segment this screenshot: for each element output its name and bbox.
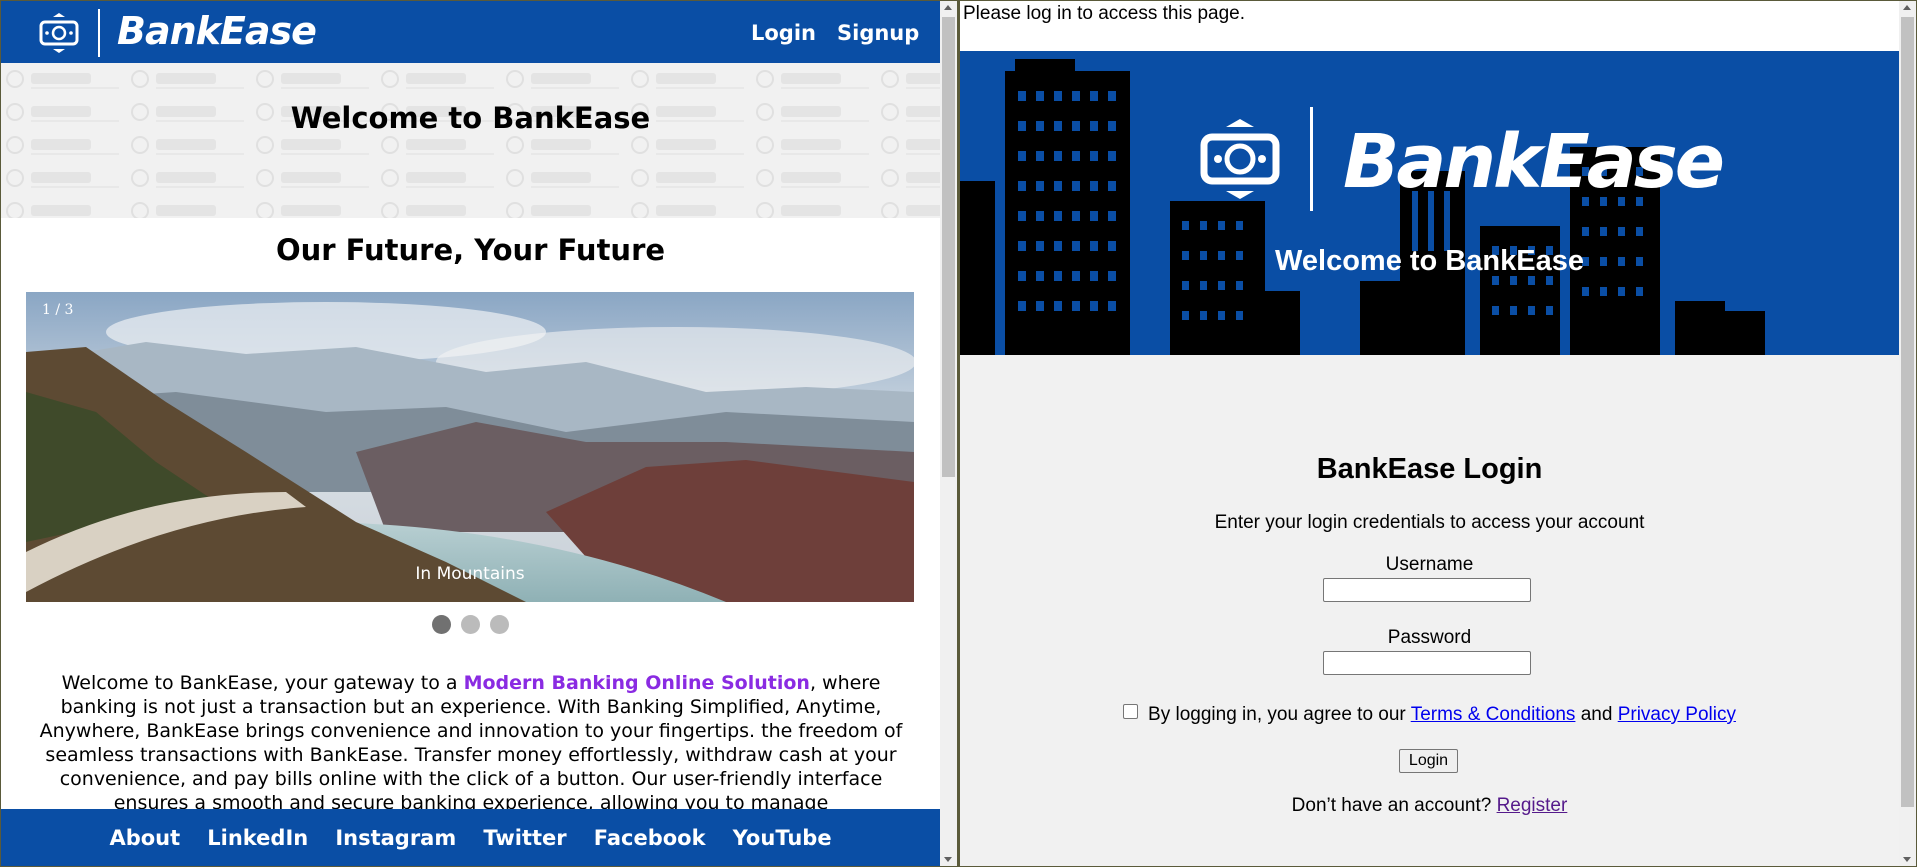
watermark-pattern xyxy=(1,63,940,218)
intro-text-start: Welcome to BankEase, your gateway to a xyxy=(61,672,464,694)
mountain-landscape-image xyxy=(26,292,914,602)
footer-instagram-link[interactable]: Instagram xyxy=(335,809,456,866)
scrollbar-thumb[interactable] xyxy=(1901,17,1914,807)
slide-dot-3[interactable] xyxy=(490,615,509,634)
terms-checkbox[interactable] xyxy=(1123,704,1139,719)
scroll-up-icon[interactable] xyxy=(1903,5,1911,10)
footer-twitter-link[interactable]: Twitter xyxy=(483,809,566,866)
hero-title: Welcome to BankEase xyxy=(290,101,651,135)
brand-name[interactable]: BankEase xyxy=(117,9,317,53)
login-required-notice: Please log in to access this page. xyxy=(960,1,1899,51)
banner-welcome-text: Welcome to BankEase xyxy=(1275,245,1584,277)
section-title: Our Future, Your Future xyxy=(275,233,666,267)
login-title: BankEase Login xyxy=(1316,453,1543,485)
register-prefix-text: Don’t have an account? xyxy=(1291,795,1497,816)
right-browser-pane: Please log in to access this page. BankE… xyxy=(960,1,1899,866)
slide-dots xyxy=(1,615,940,638)
banner-brand-name: BankEase xyxy=(1343,119,1725,205)
footer-about-link[interactable]: About xyxy=(109,809,180,866)
left-browser-pane: BankEase Login Signup Welcome to BankEas… xyxy=(1,1,940,866)
top-navbar: BankEase Login Signup xyxy=(1,1,940,63)
hero-banner: Welcome to BankEase xyxy=(1,63,940,218)
right-scrollbar[interactable] xyxy=(1899,1,1916,866)
username-label: Username xyxy=(1385,554,1474,575)
scroll-down-icon[interactable] xyxy=(944,857,952,862)
login-button[interactable]: Login xyxy=(1399,749,1458,773)
password-label: Password xyxy=(1387,627,1472,648)
scrollbar-thumb[interactable] xyxy=(942,17,955,477)
scroll-down-icon[interactable] xyxy=(1903,857,1911,862)
intro-paragraph: Welcome to BankEase, your gateway to a M… xyxy=(26,671,916,815)
bank-logo-icon xyxy=(39,13,79,53)
register-prompt: Don’t have an account? Register xyxy=(960,795,1899,817)
slide-counter: 1 / 3 xyxy=(42,302,74,318)
intro-accent-text: Modern Banking Online Solution xyxy=(463,672,810,694)
slide-caption: In Mountains xyxy=(415,564,525,584)
terms-conditions-link[interactable]: Terms & Conditions xyxy=(1411,704,1576,725)
footer-linkedin-link[interactable]: LinkedIn xyxy=(207,809,308,866)
register-link[interactable]: Register xyxy=(1497,795,1568,816)
slideshow-image[interactable]: 1 / 3 In Mountains xyxy=(26,292,914,602)
slide-dot-1[interactable] xyxy=(432,615,451,634)
login-banner: BankEase Welcome to BankEase xyxy=(960,51,1899,355)
login-link[interactable]: Login xyxy=(751,21,816,45)
signup-link[interactable]: Signup xyxy=(837,21,919,45)
scroll-up-icon[interactable] xyxy=(944,5,952,10)
slide-dot-2[interactable] xyxy=(461,615,480,634)
login-subtitle: Enter your login credentials to access y… xyxy=(1214,512,1645,533)
footer-facebook-link[interactable]: Facebook xyxy=(594,809,706,866)
privacy-policy-link[interactable]: Privacy Policy xyxy=(1618,704,1736,725)
banner-logo-divider xyxy=(1310,107,1313,211)
footer-nav: About LinkedIn Instagram Twitter Faceboo… xyxy=(1,809,940,866)
password-input[interactable] xyxy=(1323,651,1531,675)
terms-prefix-text: By logging in, you agree to our xyxy=(1148,704,1411,725)
left-scrollbar[interactable] xyxy=(940,1,957,866)
logo-divider xyxy=(98,9,100,57)
terms-and-text: and xyxy=(1575,704,1618,725)
terms-agreement: By logging in, you agree to our Terms & … xyxy=(960,704,1899,726)
footer-youtube-link[interactable]: YouTube xyxy=(733,809,832,866)
bank-logo-icon-large xyxy=(1200,119,1280,199)
username-input[interactable] xyxy=(1323,578,1531,602)
